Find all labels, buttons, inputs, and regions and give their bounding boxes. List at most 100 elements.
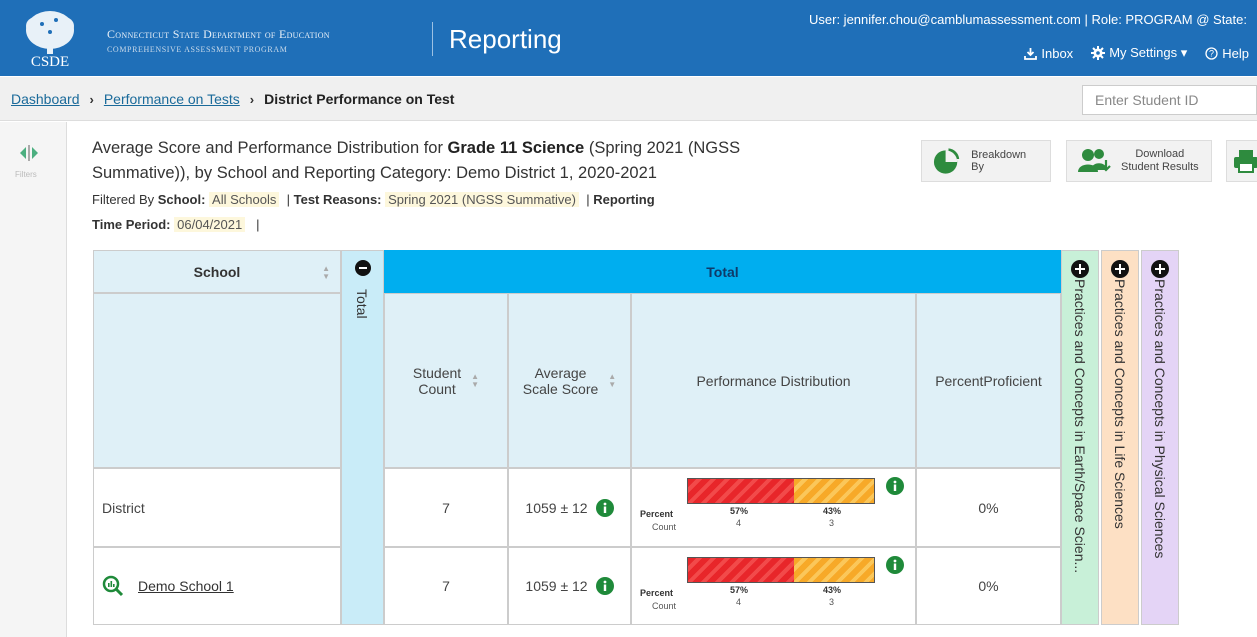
student-count-label-2: Count <box>418 380 456 397</box>
cnt-low-value: 4 <box>736 518 742 528</box>
test-reasons-label: Test Reasons: <box>293 192 382 207</box>
student-count-cell: 7 <box>384 547 508 625</box>
app-title: Reporting <box>449 24 562 54</box>
user-links: Inbox My Settings ▾ ? Help <box>1024 45 1249 61</box>
gear-icon <box>1091 46 1106 60</box>
org-name: Connecticut State Department of Educatio… <box>107 27 330 54</box>
filter-pipe: | <box>256 217 260 232</box>
school-link[interactable]: Demo School 1 <box>138 578 234 594</box>
info-icon[interactable] <box>595 498 614 517</box>
pct-low-value: 57% <box>730 506 749 516</box>
title-prefix: Average Score and Performance Distributi… <box>92 139 448 157</box>
test-reasons-value: Spring 2021 (NGSS Summative) <box>385 192 579 207</box>
filters-label: Filters <box>15 170 37 179</box>
category-life-sciences-column[interactable]: Practices and Concepts in Life Sciences <box>1101 250 1139 625</box>
header-divider <box>432 22 433 56</box>
svg-text:CSDE: CSDE <box>31 54 69 70</box>
svg-text:?: ? <box>1209 48 1214 58</box>
category-label: Practices and Concepts in Earth/Space Sc… <box>1072 279 1088 574</box>
avg-score-label-1: Average <box>534 364 587 381</box>
school-column-header[interactable]: School ▲ ▼ <box>93 250 341 293</box>
distribution-bar[interactable] <box>687 478 875 504</box>
distribution-chart: Percent Count 57% 43% 4 3 <box>640 556 910 618</box>
performance-distribution-cell: Percent Count 57% 43% 4 3 <box>631 547 916 625</box>
cnt-low-value: 4 <box>736 597 742 607</box>
expand-plus-icon[interactable] <box>1151 260 1169 278</box>
breadcrumb-performance-on-tests[interactable]: Performance on Tests <box>104 91 240 107</box>
reporting-label: Reporting <box>593 192 655 207</box>
collapse-minus-icon[interactable] <box>355 260 371 276</box>
percent-proficient-cell: 0% <box>916 547 1061 625</box>
drilldown-magnifier-icon[interactable] <box>102 575 124 597</box>
info-icon[interactable] <box>886 556 904 574</box>
expand-plus-icon[interactable] <box>1071 260 1089 278</box>
app-header: CSDE Connecticut State Department of Edu… <box>0 0 1257 76</box>
school-header-spacer <box>93 293 341 468</box>
school-cell: District <box>93 468 341 547</box>
avg-score-label-2: Scale Score <box>522 380 599 397</box>
level-approaching-segment <box>794 479 874 503</box>
my-settings-label: My Settings ▾ <box>1109 45 1188 60</box>
level-below-segment <box>688 558 795 582</box>
category-earth-space-column[interactable]: Practices and Concepts in Earth/Space Sc… <box>1061 250 1099 625</box>
total-vertical-label: Total <box>354 289 370 319</box>
distribution-bar[interactable] <box>687 557 875 583</box>
info-icon[interactable] <box>886 477 904 495</box>
avg-scale-score-header[interactable]: Average Scale Score ▲ ▼ <box>508 293 631 468</box>
level-below-segment <box>688 479 795 503</box>
breakdown-by-button[interactable]: Breakdown By <box>921 140 1051 182</box>
category-physical-sciences-column[interactable]: Practices and Concepts in Physical Scien… <box>1141 250 1179 625</box>
my-settings-menu[interactable]: My Settings ▾ <box>1091 45 1187 61</box>
breakdown-label: Breakdown By <box>971 149 1027 173</box>
performance-distribution-header: Performance Distribution <box>631 293 916 468</box>
student-count-cell: 7 <box>384 468 508 547</box>
total-collapsed-column[interactable]: Total <box>341 250 384 625</box>
inbox-label: Inbox <box>1041 45 1074 61</box>
help-link[interactable]: ? Help <box>1205 45 1249 61</box>
org-line-1: Connecticut State Department of Educatio… <box>107 27 330 41</box>
student-id-input[interactable]: Enter Student ID <box>1082 85 1257 115</box>
report-title: Average Score and Performance Distributi… <box>92 136 812 186</box>
breadcrumb-dashboard[interactable]: Dashboard <box>11 91 80 107</box>
avg-score-value: 1059 ± 12 <box>525 578 588 594</box>
filter-summary: Filtered By School: All Schools | Test R… <box>92 187 792 237</box>
expand-filters-icon[interactable] <box>18 144 40 162</box>
avg-score-cell: 1059 ± 12 <box>508 468 631 547</box>
download-student-results-button[interactable]: Download Student Results <box>1066 140 1212 182</box>
percent-proficient-cell: 0% <box>916 468 1061 547</box>
pct-high-value: 43% <box>823 585 842 595</box>
breadcrumb-bar: Dashboard › Performance on Tests › Distr… <box>0 77 1257 121</box>
inbox-link[interactable]: Inbox <box>1024 45 1073 61</box>
sort-icon[interactable]: ▲ ▼ <box>608 372 616 389</box>
count-row-label: Count <box>652 522 677 532</box>
download-label-2: Student Results <box>1121 161 1199 173</box>
help-label: Help <box>1222 45 1249 61</box>
report-table: School ▲ ▼ Total Total Student Count ▲ ▼ Av… <box>93 250 1203 625</box>
avg-score-value: 1059 ± 12 <box>525 499 588 516</box>
distribution-chart: Percent Count 57% 43% 4 3 <box>640 477 910 539</box>
sort-icon[interactable]: ▲ ▼ <box>471 372 479 389</box>
print-button[interactable] <box>1226 140 1257 182</box>
pie-chart-icon <box>933 148 960 174</box>
csde-logo[interactable]: CSDE <box>14 6 86 70</box>
school-header-label: School <box>193 263 241 280</box>
download-tray-icon <box>1024 47 1038 60</box>
info-icon[interactable] <box>595 577 614 595</box>
breadcrumb-current: District Performance on Test <box>264 91 455 107</box>
level-approaching-segment <box>794 558 874 582</box>
breadcrumb: Dashboard › Performance on Tests › Distr… <box>11 91 454 107</box>
filters-rail[interactable]: Filters <box>0 122 67 637</box>
time-period-label: Time Period: <box>92 217 171 232</box>
student-count-header[interactable]: Student Count ▲ ▼ <box>384 293 508 468</box>
performance-distribution-cell: Percent Count 57% 43% 4 3 <box>631 468 916 547</box>
filter-pipe: | <box>586 192 590 207</box>
expand-plus-icon[interactable] <box>1111 260 1129 278</box>
pct-high-value: 43% <box>823 506 842 516</box>
users-download-icon <box>1078 149 1111 172</box>
sort-icon[interactable]: ▲ ▼ <box>322 265 330 281</box>
filter-pipe: | <box>286 192 290 207</box>
filtered-by-label: Filtered By <box>92 192 158 207</box>
user-info: User: jennifer.chou@camblumassessment.co… <box>809 12 1247 27</box>
avg-score-label: Average Scale Score <box>523 365 598 397</box>
category-label: Practices and Concepts in Physical Scien… <box>1152 279 1168 559</box>
